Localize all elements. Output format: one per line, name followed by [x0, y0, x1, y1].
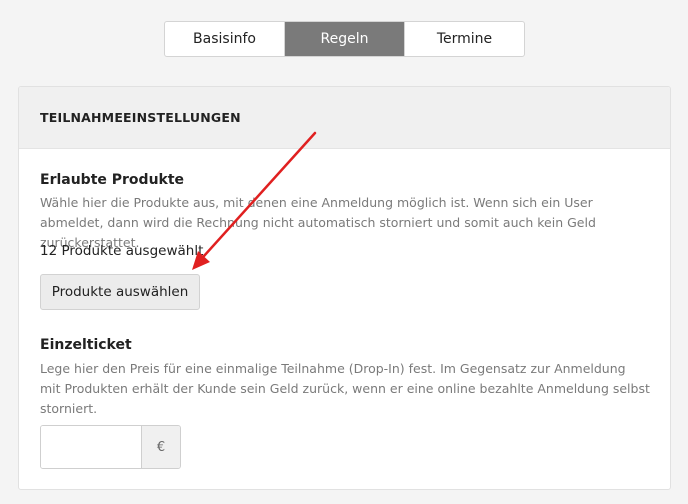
selected-products-count: 12 Produkte ausgewählt. [40, 243, 208, 259]
panel-header: TEILNAHMEEINSTELLUNGEN [19, 87, 670, 149]
select-products-button[interactable]: Produkte auswählen [40, 274, 200, 310]
tab-regeln[interactable]: Regeln [285, 22, 405, 56]
single-ticket-description: Lege hier den Preis für eine einmalige T… [40, 361, 650, 416]
tab-bar: Basisinfo Regeln Termine [164, 21, 525, 57]
products-title: Erlaubte Produkte [40, 172, 185, 188]
tab-basisinfo[interactable]: Basisinfo [165, 22, 285, 56]
tab-termine[interactable]: Termine [405, 22, 524, 56]
currency-addon: € [141, 426, 180, 468]
single-ticket-price-input[interactable] [41, 426, 141, 468]
participation-settings-panel: TEILNAHMEEINSTELLUNGEN Erlaubte Produkte… [18, 86, 671, 490]
single-ticket-price-group: € [40, 425, 181, 469]
single-ticket-title: Einzelticket [40, 337, 132, 353]
